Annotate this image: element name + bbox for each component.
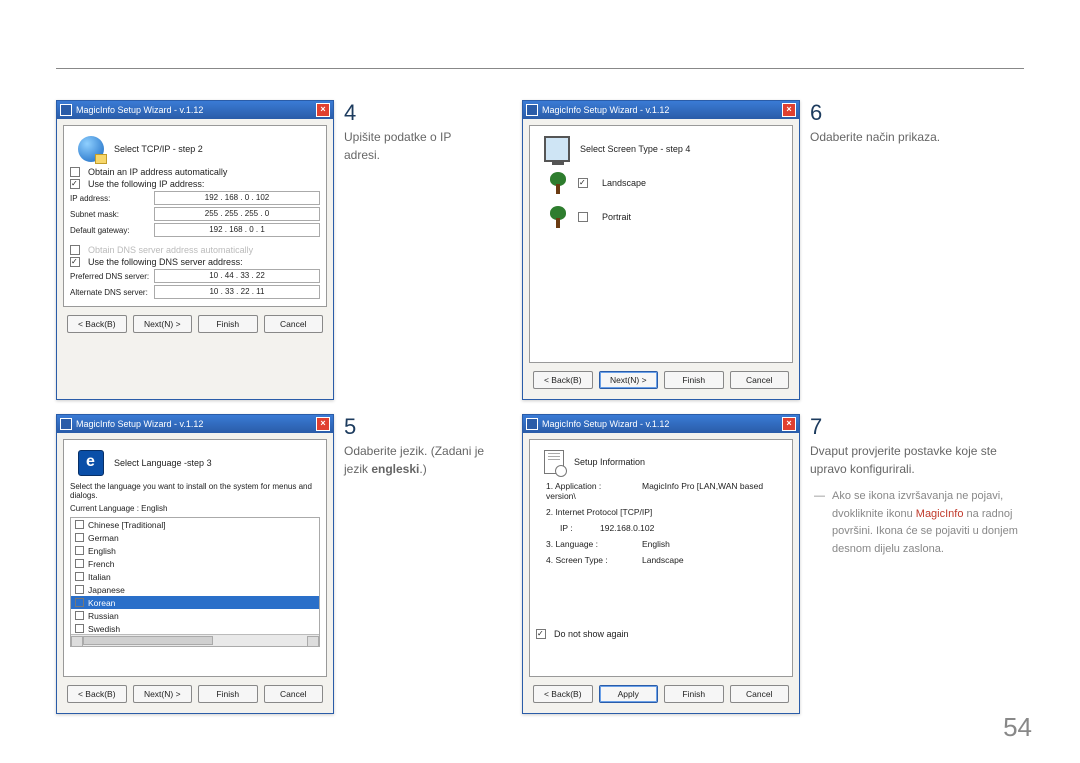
finish-button[interactable]: Finish	[664, 371, 724, 389]
checkbox[interactable]	[578, 212, 588, 222]
label: Portrait	[602, 212, 631, 222]
wizard-summary: MagicInfo Setup Wizard - v.1.12 × Setup …	[522, 414, 800, 714]
app-icon	[526, 104, 538, 116]
cancel-button[interactable]: Cancel	[730, 685, 790, 703]
step-number: 6	[810, 100, 832, 126]
label: Preferred DNS server:	[70, 272, 150, 281]
finish-button[interactable]: Finish	[198, 685, 258, 703]
step-6: 6 Odaberite način prikaza.	[810, 100, 1040, 400]
label: IP address:	[70, 194, 150, 203]
titlebar: MagicInfo Setup Wizard - v.1.12 ×	[57, 415, 333, 433]
wizard-language: MagicInfo Setup Wizard - v.1.12 × Select…	[56, 414, 334, 714]
browser-icon	[78, 450, 104, 476]
apply-button[interactable]: Apply	[599, 685, 659, 703]
globe-icon	[78, 136, 104, 162]
finish-button[interactable]: Finish	[198, 315, 258, 333]
next-button[interactable]: Next(N) >	[133, 315, 193, 333]
label: Use the following IP address:	[88, 179, 204, 189]
gateway-field[interactable]: 192 . 168 . 0 . 1	[154, 223, 320, 237]
titlebar: MagicInfo Setup Wizard - v.1.12 ×	[523, 415, 799, 433]
pref-dns-field[interactable]: 10 . 44 . 33 . 22	[154, 269, 320, 283]
window-title: MagicInfo Setup Wizard - v.1.12	[542, 419, 782, 429]
cancel-button[interactable]: Cancel	[264, 685, 324, 703]
monitor-icon	[544, 136, 570, 162]
checkbox[interactable]	[578, 178, 588, 188]
step-text: Upišite podatke o IP adresi.	[344, 126, 488, 164]
back-button[interactable]: < Back(B)	[67, 685, 127, 703]
step-4: 4 Upišite podatke o IP adresi.	[344, 100, 514, 400]
divider	[56, 68, 1024, 69]
lang-panel: Select Language -step 3 Select the langu…	[63, 439, 327, 677]
panel-title: Setup Information	[574, 457, 645, 467]
window-title: MagicInfo Setup Wizard - v.1.12	[76, 419, 316, 429]
finish-button[interactable]: Finish	[664, 685, 724, 703]
step-number: 7	[810, 414, 832, 440]
close-icon[interactable]: ×	[316, 103, 330, 117]
next-button[interactable]: Next(N) >	[599, 371, 659, 389]
step-7: 7 Dvaput provjerite postavke koje ste up…	[810, 414, 1040, 714]
document-icon	[544, 450, 564, 474]
next-button[interactable]: Next(N) >	[133, 685, 193, 703]
app-icon	[60, 104, 72, 116]
current-language: Current Language : English	[70, 502, 320, 515]
wizard-screen-type: MagicInfo Setup Wizard - v.1.12 × Select…	[522, 100, 800, 400]
cancel-button[interactable]: Cancel	[730, 371, 790, 389]
step-text: Odaberite način prikaza.	[810, 126, 1014, 146]
subnet-field[interactable]: 255 . 255 . 255 . 0	[154, 207, 320, 221]
window-title: MagicInfo Setup Wizard - v.1.12	[542, 105, 782, 115]
close-icon[interactable]: ×	[782, 417, 796, 431]
label: Do not show again	[554, 629, 629, 639]
back-button[interactable]: < Back(B)	[533, 685, 593, 703]
tcpip-panel: Select TCP/IP - step 2 Obtain an IP addr…	[63, 125, 327, 307]
app-icon	[526, 418, 538, 430]
step-text: Odaberite jezik. (Zadani je jezik engles…	[344, 440, 488, 478]
app-icon	[60, 418, 72, 430]
language-list[interactable]: Chinese [Traditional] German English Fre…	[70, 517, 320, 647]
step-number: 5	[344, 414, 366, 440]
label: Obtain DNS server address automatically	[88, 245, 253, 255]
panel-title: Select Language -step 3	[114, 458, 212, 468]
step-text: Dvaput provjerite postavke koje ste upra…	[810, 440, 1014, 478]
label: Obtain an IP address automatically	[88, 167, 227, 177]
panel-title: Select Screen Type - step 4	[580, 144, 690, 154]
label: Use the following DNS server address:	[88, 257, 243, 267]
close-icon[interactable]: ×	[316, 417, 330, 431]
tree-icon	[548, 206, 568, 228]
label: Default gateway:	[70, 226, 150, 235]
screen-panel: Select Screen Type - step 4 Landscape Po…	[529, 125, 793, 363]
close-icon[interactable]: ×	[782, 103, 796, 117]
step-number: 4	[344, 100, 366, 126]
label: Alternate DNS server:	[70, 288, 150, 297]
summary-panel: Setup Information 1. Application :MagicI…	[529, 439, 793, 677]
checkbox[interactable]	[70, 167, 80, 177]
content-grid: MagicInfo Setup Wizard - v.1.12 × Select…	[56, 100, 1024, 714]
ip-field[interactable]: 192 . 168 . 0 . 102	[154, 191, 320, 205]
wizard-tcpip: MagicInfo Setup Wizard - v.1.12 × Select…	[56, 100, 334, 400]
alt-dns-field[interactable]: 10 . 33 . 22 . 11	[154, 285, 320, 299]
cancel-button[interactable]: Cancel	[264, 315, 324, 333]
label: Subnet mask:	[70, 210, 150, 219]
checkbox	[70, 245, 80, 255]
label: Landscape	[602, 178, 646, 188]
scrollbar[interactable]	[71, 634, 319, 646]
titlebar: MagicInfo Setup Wizard - v.1.12 ×	[57, 101, 333, 119]
checkbox[interactable]	[70, 179, 80, 189]
titlebar: MagicInfo Setup Wizard - v.1.12 ×	[523, 101, 799, 119]
page-number: 54	[1003, 712, 1032, 743]
note: Ako se ikona izvršavanja ne pojavi, dvok…	[810, 488, 1040, 558]
tree-icon	[548, 172, 568, 194]
step-5: 5 Odaberite jezik. (Zadani je jezik engl…	[344, 414, 514, 714]
checkbox[interactable]	[536, 629, 546, 639]
window-title: MagicInfo Setup Wizard - v.1.12	[76, 105, 316, 115]
panel-title: Select TCP/IP - step 2	[114, 144, 203, 154]
back-button[interactable]: < Back(B)	[67, 315, 127, 333]
intro-text: Select the language you want to install …	[70, 482, 320, 500]
checkbox[interactable]	[70, 257, 80, 267]
back-button[interactable]: < Back(B)	[533, 371, 593, 389]
